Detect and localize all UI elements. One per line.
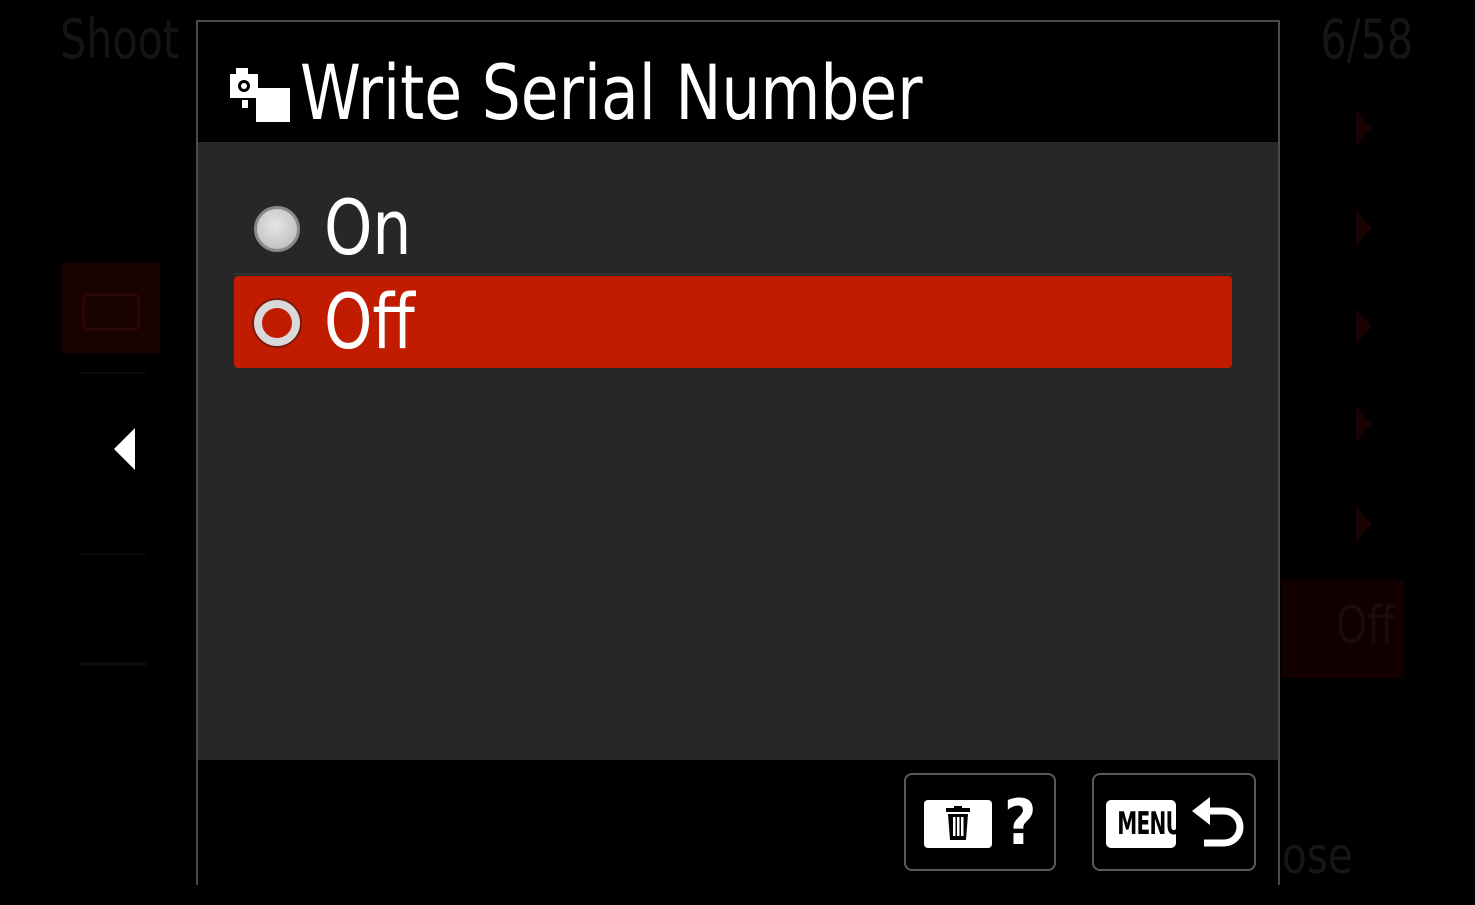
radio-unselected-icon	[254, 206, 300, 252]
trash-icon	[924, 800, 992, 848]
camera-tab-icon	[82, 293, 140, 331]
camera-menu-screen: Shoot 6/58 Off ose Write Serial Number O…	[0, 0, 1475, 905]
background-tab-divider	[80, 372, 146, 374]
option-label: On	[324, 183, 412, 272]
left-arrow-icon[interactable]	[114, 428, 135, 470]
help-button[interactable]: ?	[904, 773, 1056, 871]
dialog-header: Write Serial Number	[198, 22, 1278, 142]
chevron-right-icon	[1356, 308, 1372, 344]
menu-badge: MENU	[1106, 800, 1182, 848]
background-tab-network	[80, 662, 146, 666]
background-tab-divider	[80, 553, 146, 555]
dialog-body: On Off	[198, 142, 1278, 760]
help-question-mark: ?	[1004, 786, 1037, 859]
background-bottom-text: ose	[1282, 827, 1353, 885]
chevron-right-icon	[1356, 110, 1372, 146]
chevron-right-icon	[1356, 210, 1372, 246]
return-arrow-icon	[1192, 797, 1244, 847]
chevron-right-icon	[1356, 406, 1372, 442]
menu-back-button[interactable]: MENU	[1092, 773, 1256, 871]
background-page-indicator: 6/58	[1320, 8, 1413, 71]
write-serial-number-dialog: Write Serial Number On Off ? MENU	[196, 20, 1280, 885]
option-on[interactable]: On	[234, 182, 1232, 274]
dialog-title: Write Serial Number	[300, 48, 923, 137]
chevron-right-icon	[1356, 506, 1372, 542]
option-divider	[234, 273, 1232, 275]
background-selected-value: Off	[1336, 596, 1395, 656]
menu-badge-label: MENU	[1117, 806, 1182, 842]
background-tab-camera	[62, 263, 160, 353]
radio-selected-icon	[254, 300, 300, 346]
option-off[interactable]: Off	[234, 276, 1232, 368]
camera-settings-icon	[230, 68, 290, 122]
background-menu-header: Shoot	[60, 8, 180, 71]
dialog-footer: ? MENU	[198, 760, 1278, 885]
option-label: Off	[324, 277, 415, 366]
